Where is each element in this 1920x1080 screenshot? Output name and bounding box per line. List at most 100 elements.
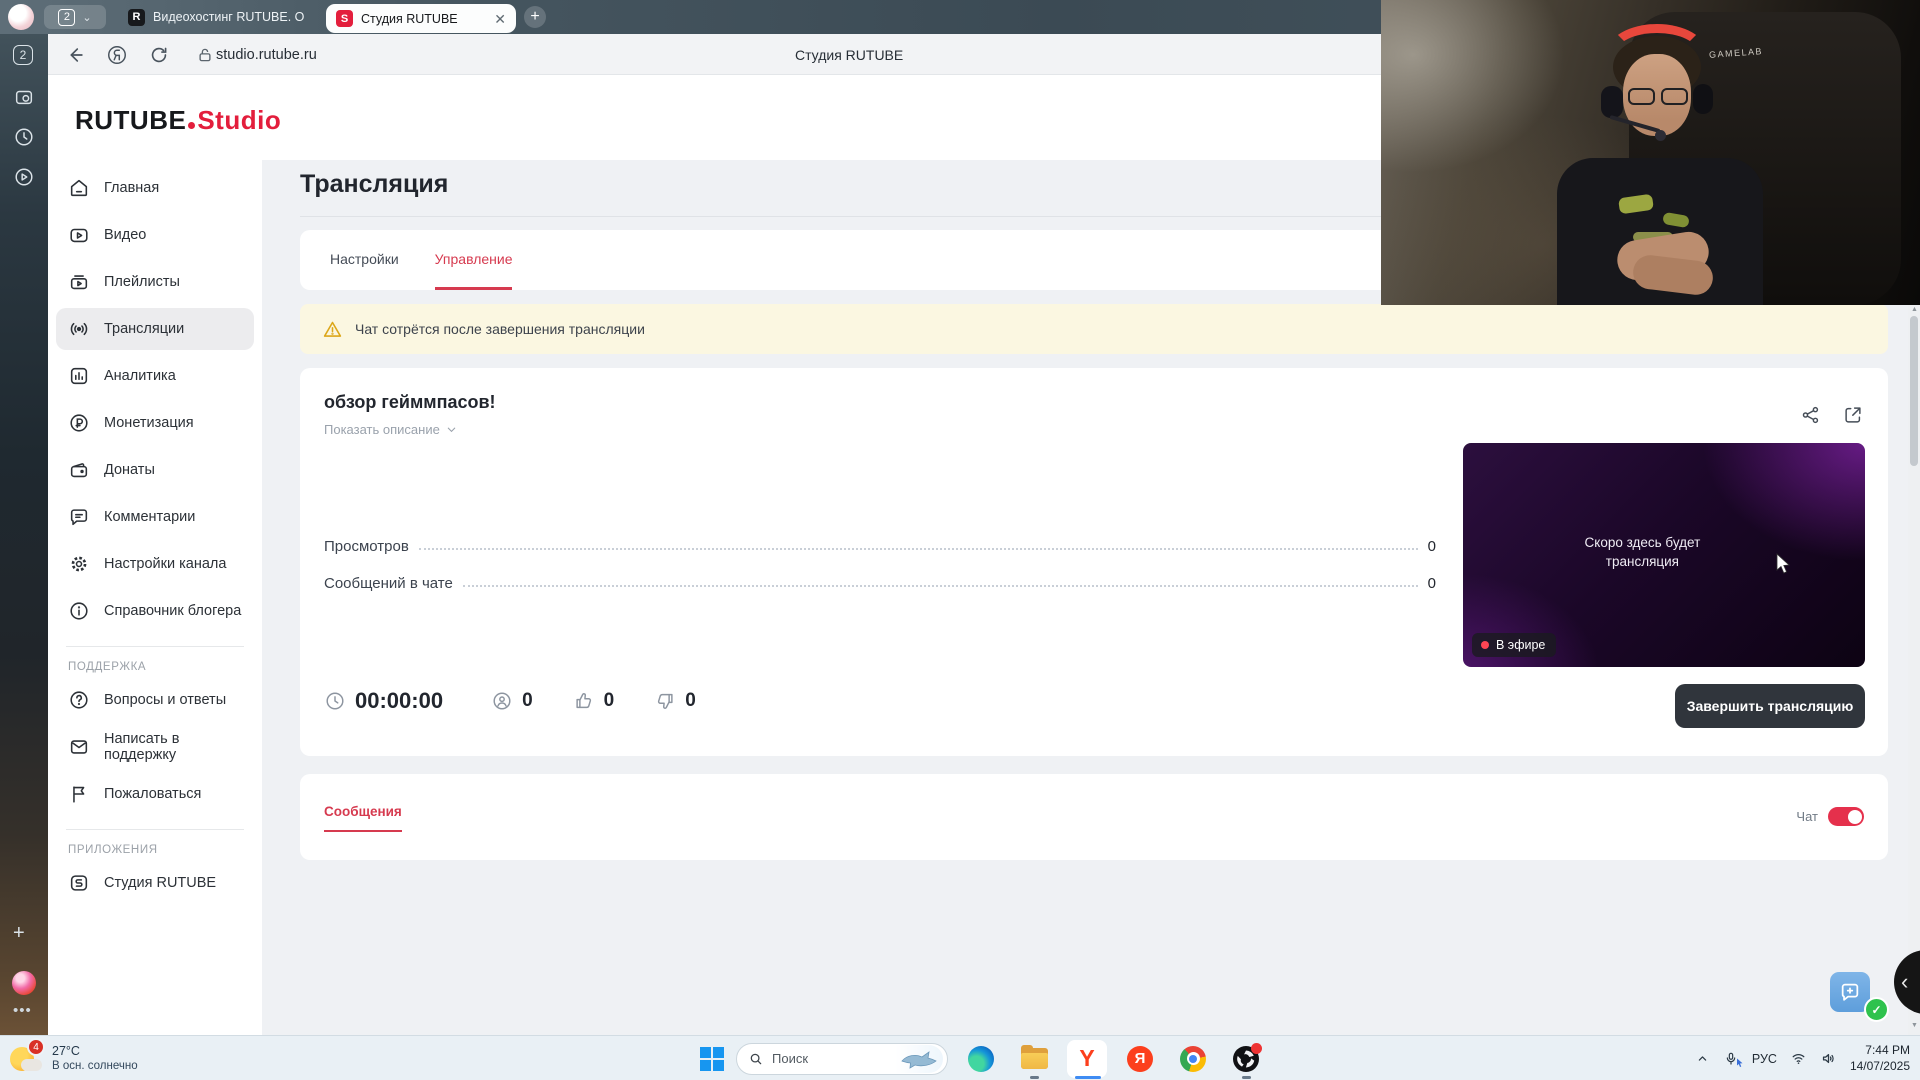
start-button[interactable] [700,1047,723,1070]
lock-icon[interactable] [196,46,214,64]
pointer-icon [1735,1058,1746,1069]
sidebar-item-monetization[interactable]: Монетизация [56,402,254,444]
viewers-icon [491,690,513,712]
stream-title: обзор гейммпасов! [324,392,496,413]
taskbar-obs[interactable] [1226,1039,1266,1079]
sidebar-item-video[interactable]: Видео [56,214,254,256]
stat-label: Сообщений в чате [324,575,453,595]
headset-band [1607,24,1707,82]
divider [66,829,244,830]
sidebar-item-blogger-guide[interactable]: Справочник блогера [56,590,254,632]
wallet-icon [68,459,90,481]
tab-group-button[interactable]: 2 ⌄ [44,5,106,29]
rutube-studio-logo[interactable]: RUTUBE Studio [75,105,281,145]
volume-icon[interactable] [1820,1050,1837,1067]
show-description-label: Показать описание [324,422,440,437]
more-icon[interactable]: ••• [13,1002,32,1019]
yandex-search-icon[interactable] [106,44,128,66]
tray-expand-icon[interactable] [1695,1051,1710,1066]
sidebar-item-studio-app[interactable]: Студия RUTUBE [56,862,254,904]
dotted-leader [419,548,1418,550]
scroll-up-icon[interactable]: ▲ [1911,306,1918,313]
taskbar-search[interactable]: Поиск [736,1043,948,1075]
open-external-button[interactable] [1842,404,1864,426]
stat-value: 0 [1428,538,1436,558]
tab-messages[interactable]: Сообщения [324,804,402,832]
sidebar-item-broadcasts[interactable]: Трансляции [56,308,254,350]
tab-settings[interactable]: Настройки [330,230,399,290]
sidebar-item-donations[interactable]: Донаты [56,449,254,491]
mic-tray-icon[interactable] [1723,1051,1739,1067]
sidebar-item-comments[interactable]: Комментарии [56,496,254,538]
chat-toggle[interactable] [1828,807,1864,826]
alice-icon[interactable] [12,971,36,995]
broadcast-icon [68,318,90,340]
share-button[interactable] [1800,404,1822,426]
add-panel-icon[interactable]: + [13,922,25,945]
tray-date: 14/07/2025 [1850,1059,1910,1075]
sidebar-item-label: Настройки канала [104,556,226,572]
chat-widget-icon [1839,981,1861,1003]
sidebar-item-label: Комментарии [104,509,195,525]
tab-management[interactable]: Управление [435,230,513,290]
warning-banner: Чат сотрётся после завершения трансляции [300,304,1888,354]
reload-button[interactable] [148,44,170,66]
wifi-icon[interactable] [1790,1050,1807,1067]
sidebar-item-channel-settings[interactable]: Настройки канала [56,543,254,585]
taskbar-edge[interactable] [961,1039,1001,1079]
taskbar-yandex[interactable]: Я [1120,1039,1160,1079]
back-button[interactable] [64,44,86,66]
browser-side-strip: 2 + ••• [0,34,48,1035]
sidebar-item-report[interactable]: Пожаловаться [56,773,254,815]
question-icon [68,689,90,711]
browser-tab-rutube[interactable]: R Видеохостинг RUTUBE. О [120,0,320,34]
active-indicator [1075,1076,1101,1079]
running-indicator [1030,1076,1039,1079]
sidebar-item-contact-support[interactable]: Написать в поддержку [56,726,254,768]
stream-preview[interactable]: Скоро здесь будет трансляция В эфире [1463,443,1865,667]
scrollbar-thumb[interactable] [1910,316,1918,466]
tray-time: 7:44 PM [1850,1043,1910,1059]
taskbar-explorer[interactable] [1014,1039,1054,1079]
screenshot-icon[interactable] [13,86,35,108]
mouse-cursor [1775,553,1793,575]
language-indicator[interactable]: РУС [1752,1052,1777,1066]
sidebar-item-label: Написать в поддержку [104,731,254,763]
mic-icon [1655,130,1666,141]
sidebar-item-label: Справочник блогера [104,603,241,619]
clock-widget[interactable]: 7:44 PM 14/07/2025 [1850,1043,1910,1074]
collapse-widget-button[interactable]: ‹ [1894,950,1920,1014]
sidebar-item-playlists[interactable]: Плейлисты [56,261,254,303]
weather-temp: 27°C [52,1043,138,1059]
url-field[interactable]: studio.rutube.ru [216,47,317,63]
chat-toggle-control: Чат [1796,807,1864,826]
scroll-down-icon[interactable]: ▼ [1911,1022,1918,1029]
show-description-button[interactable]: Показать описание [324,422,457,437]
new-tab-button[interactable]: + [524,6,546,28]
player-icon[interactable] [13,166,35,188]
headset-earcup [1601,86,1623,118]
stat-row-chat-messages: Сообщений в чате 0 [324,565,1436,595]
running-indicator [1242,1076,1251,1079]
sidebar-item-faq[interactable]: Вопросы и ответы [56,679,254,721]
weather-widget[interactable]: 4 27°C В осн. солнечно [8,1039,138,1076]
stream-counters: 00:00:00 0 0 0 [324,688,696,714]
taskbar-center: Поиск Y Я [700,1036,1266,1080]
logo-studio: Studio [197,105,281,136]
browser-tab-studio-active[interactable]: S Студия RUTUBE ✕ [326,4,516,33]
tabs-panel-icon[interactable]: 2 [13,45,33,65]
playlists-icon [68,271,90,293]
thumbs-down-icon [654,690,676,712]
profile-avatar[interactable] [8,4,34,30]
close-tab-icon[interactable]: ✕ [494,12,506,26]
stat-row-views: Просмотров 0 [324,528,1436,558]
shark-icon [900,1049,938,1069]
sidebar-item-home[interactable]: Главная [56,167,254,209]
end-broadcast-button[interactable]: Завершить трансляцию [1675,684,1865,728]
logo-dot [188,122,195,129]
sidebar-item-analytics[interactable]: Аналитика [56,355,254,397]
flag-icon [68,783,90,805]
taskbar-chrome[interactable] [1173,1039,1213,1079]
history-icon[interactable] [13,126,35,148]
taskbar-yandex-browser-active[interactable]: Y [1067,1039,1107,1079]
